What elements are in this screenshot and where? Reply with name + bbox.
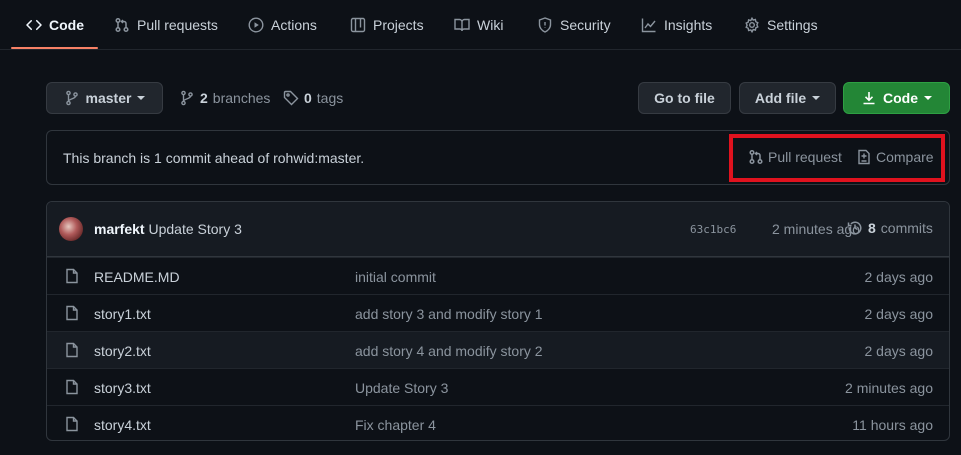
file-row[interactable]: story4.txt Fix chapter 4 11 hours ago <box>47 405 949 440</box>
avatar[interactable] <box>59 217 83 241</box>
file-age: 11 hours ago <box>852 417 933 433</box>
file-commit-message[interactable]: Update Story 3 <box>355 380 448 396</box>
file-name[interactable]: story2.txt <box>94 343 151 359</box>
branch-name: master <box>85 90 132 106</box>
tab-insights[interactable]: Insights <box>641 0 712 50</box>
tab-settings[interactable]: Settings <box>744 0 818 50</box>
file-row[interactable]: story1.txt add story 3 and modify story … <box>47 294 949 331</box>
file-listing: marfekt Update Story 3 63c1bc6 2 minutes… <box>46 201 950 441</box>
commits-count: 8 <box>868 220 876 236</box>
table-icon <box>350 17 366 33</box>
highlight-annotation <box>729 134 945 182</box>
graph-icon <box>641 18 656 33</box>
go-to-file-button[interactable]: Go to file <box>638 82 731 114</box>
latest-commit-message[interactable]: marfekt Update Story 3 <box>94 221 242 237</box>
file-commit-message[interactable]: initial commit <box>355 269 436 285</box>
tab-label: Settings <box>767 17 818 33</box>
file-icon <box>66 342 78 358</box>
commit-title[interactable]: Update Story 3 <box>148 221 241 237</box>
tab-label: Security <box>560 17 611 33</box>
add-file-label: Add file <box>754 90 807 106</box>
file-age: 2 minutes ago <box>845 380 933 396</box>
git-pull-request-icon <box>115 17 129 33</box>
tab-wiki[interactable]: Wiki <box>454 0 503 50</box>
branches-label: branches <box>212 90 271 106</box>
tab-projects[interactable]: Projects <box>350 0 424 50</box>
code-button-label: Code <box>883 90 918 106</box>
tab-security[interactable]: Security <box>537 0 611 50</box>
ahead-message: This branch is 1 commit ahead of rohwid:… <box>63 150 365 166</box>
repo-nav: Code Pull requests Actions Projects Wiki… <box>0 0 961 50</box>
code-download-button[interactable]: Code <box>843 82 950 114</box>
chevron-down-icon <box>137 96 146 100</box>
tab-label: Actions <box>271 17 317 33</box>
file-commit-message[interactable]: add story 4 and modify story 2 <box>355 343 543 359</box>
commit-author[interactable]: marfekt <box>94 221 145 237</box>
tab-label: Wiki <box>477 17 504 33</box>
tab-pull-requests[interactable]: Pull requests <box>114 0 218 50</box>
history-icon <box>847 221 862 235</box>
go-to-file-label: Go to file <box>654 90 715 106</box>
file-name[interactable]: story3.txt <box>94 380 151 396</box>
commit-hash[interactable]: 63c1bc6 <box>690 223 736 236</box>
file-name[interactable]: story1.txt <box>94 306 151 322</box>
tab-label: Insights <box>664 17 713 33</box>
download-icon <box>863 92 875 105</box>
file-name[interactable]: story4.txt <box>94 417 151 433</box>
file-age: 2 days ago <box>864 306 934 322</box>
tag-icon <box>283 90 299 106</box>
latest-commit-bar: marfekt Update Story 3 63c1bc6 2 minutes… <box>47 202 949 257</box>
play-circle-icon <box>248 17 264 33</box>
file-row[interactable]: README.MD initial commit 2 days ago <box>47 257 949 294</box>
file-icon <box>66 305 78 321</box>
commits-link[interactable]: 8 commits <box>847 220 933 236</box>
git-branch-icon <box>65 90 78 106</box>
branches-count: 2 <box>200 90 208 106</box>
tab-label: Pull requests <box>137 17 218 33</box>
chevron-down-icon <box>812 96 821 100</box>
chevron-down-icon <box>924 96 932 100</box>
file-age: 2 days ago <box>864 343 934 359</box>
add-file-button[interactable]: Add file <box>739 82 836 114</box>
file-name[interactable]: README.MD <box>94 269 180 285</box>
code-icon <box>26 19 42 31</box>
file-row[interactable]: story3.txt Update Story 3 2 minutes ago <box>47 368 949 405</box>
branches-link[interactable]: 2 branches <box>179 86 270 110</box>
active-tab-indicator <box>11 47 98 49</box>
commits-label: commits <box>880 220 933 236</box>
tags-link[interactable]: 0 tags <box>283 86 343 110</box>
file-commit-message[interactable]: Fix chapter 4 <box>355 417 436 433</box>
file-icon <box>66 268 78 284</box>
tab-label: Projects <box>373 17 424 33</box>
tags-count: 0 <box>304 90 312 106</box>
git-branch-icon <box>181 90 193 106</box>
file-age: 2 days ago <box>864 269 934 285</box>
tab-actions[interactable]: Actions <box>248 0 317 50</box>
gear-icon <box>745 17 759 33</box>
file-icon <box>66 379 78 395</box>
tab-label: Code <box>49 17 84 33</box>
file-icon <box>66 416 78 432</box>
tags-label: tags <box>316 90 344 106</box>
tab-code[interactable]: Code <box>26 0 84 50</box>
file-commit-message[interactable]: add story 3 and modify story 1 <box>355 306 543 322</box>
branch-select-button[interactable]: master <box>46 82 163 114</box>
book-icon <box>454 18 470 32</box>
file-row[interactable]: story2.txt add story 4 and modify story … <box>47 331 949 368</box>
shield-icon <box>538 17 552 33</box>
